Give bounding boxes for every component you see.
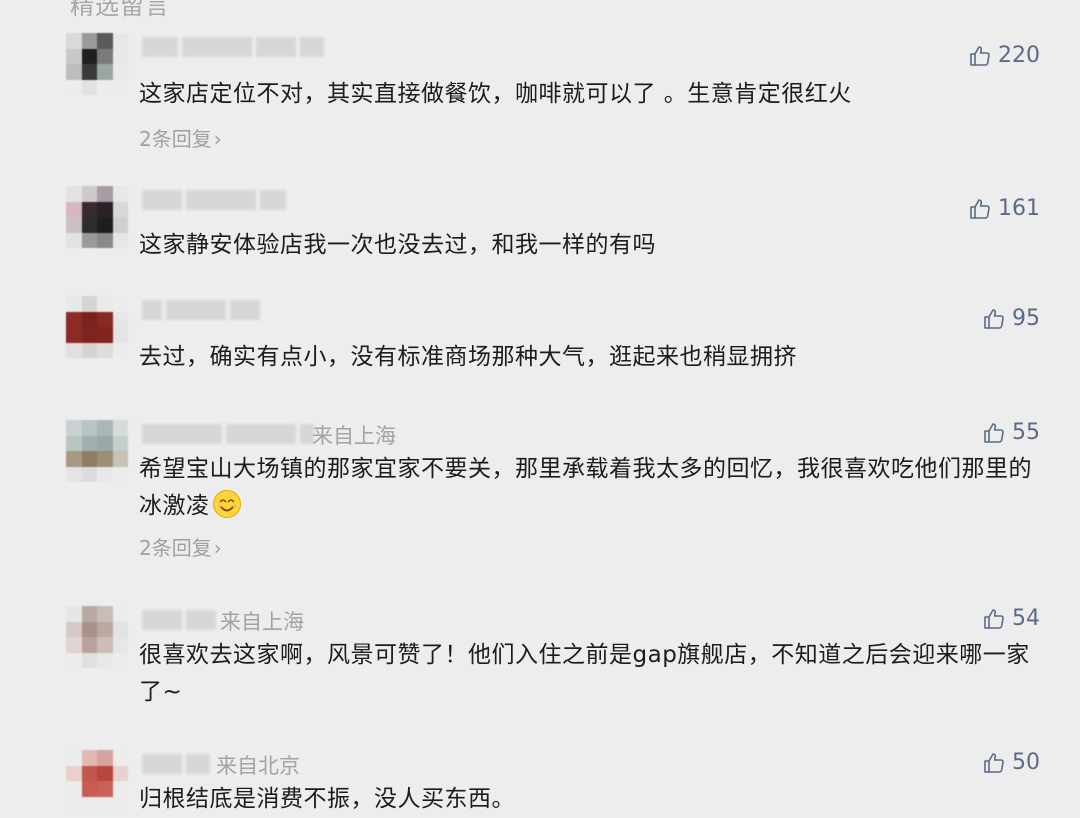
chevron-right-icon: › (213, 127, 222, 151)
like-button[interactable]: 54 (982, 606, 1040, 631)
like-count: 50 (1012, 750, 1040, 775)
location-label: 来自上海 (312, 424, 396, 448)
thumbs-up-icon (982, 307, 1006, 331)
chevron-right-icon: › (213, 536, 222, 560)
like-button[interactable]: 55 (982, 420, 1040, 445)
comment-text: 归根结底是消费不振，没人买东西。 (139, 786, 515, 812)
comment-text: 这家静安体验店我一次也没去过，和我一样的有吗 (139, 232, 656, 258)
like-button[interactable]: 50 (982, 750, 1040, 775)
like-button[interactable]: 95 (982, 306, 1040, 331)
location-label: 来自上海 (220, 610, 304, 634)
avatar[interactable] (66, 296, 128, 358)
comment-text: 去过，确实有点小，没有标准商场那种大气，逛起来也稍显拥挤 (139, 344, 797, 370)
username-blurred[interactable] (142, 754, 210, 776)
like-count: 54 (1012, 606, 1040, 631)
username-blurred[interactable] (142, 190, 286, 212)
like-count: 95 (1012, 306, 1040, 331)
section-title: 精选留言 (70, 0, 170, 20)
avatar[interactable] (66, 750, 128, 812)
replies-label: 2条回复 (139, 536, 212, 560)
username-blurred[interactable] (142, 300, 260, 322)
thumbs-up-icon (982, 607, 1006, 631)
username-blurred[interactable] (142, 610, 216, 632)
comment-text: 这家店定位不对，其实直接做餐饮，咖啡就可以了 。生意肯定很红火 (139, 81, 852, 107)
username-blurred[interactable] (142, 424, 314, 446)
thumbs-up-icon (982, 751, 1006, 775)
like-count: 161 (998, 196, 1040, 221)
avatar[interactable] (66, 420, 128, 482)
like-button[interactable]: 161 (968, 196, 1040, 221)
comment-text: 很喜欢去这家啊，风景可赞了！他们入住之前是gap旗舰店，不知道之后会迎来哪一家了… (139, 642, 1030, 705)
replies-link[interactable]: 2条回复 › (139, 123, 222, 152)
thumbs-up-icon (968, 197, 992, 221)
avatar[interactable] (66, 33, 128, 95)
comment-text: 希望宝山大场镇的那家宜家不要关，那里承载着我太多的回忆，我很喜欢吃他们那里的冰激… (139, 451, 1049, 525)
like-count: 220 (998, 43, 1040, 68)
like-count: 55 (1012, 420, 1040, 445)
avatar[interactable] (66, 606, 128, 668)
replies-link[interactable]: 2条回复 › (139, 532, 222, 561)
replies-label: 2条回复 (139, 127, 212, 151)
avatar[interactable] (66, 186, 128, 248)
smile-emoji-icon (212, 489, 242, 519)
comment-text-content: 希望宝山大场镇的那家宜家不要关，那里承载着我太多的回忆，我很喜欢吃他们那里的冰激… (139, 456, 1032, 519)
like-button[interactable]: 220 (968, 43, 1040, 68)
thumbs-up-icon (968, 44, 992, 68)
username-blurred[interactable] (142, 37, 324, 59)
thumbs-up-icon (982, 421, 1006, 445)
location-label: 来自北京 (216, 754, 300, 778)
